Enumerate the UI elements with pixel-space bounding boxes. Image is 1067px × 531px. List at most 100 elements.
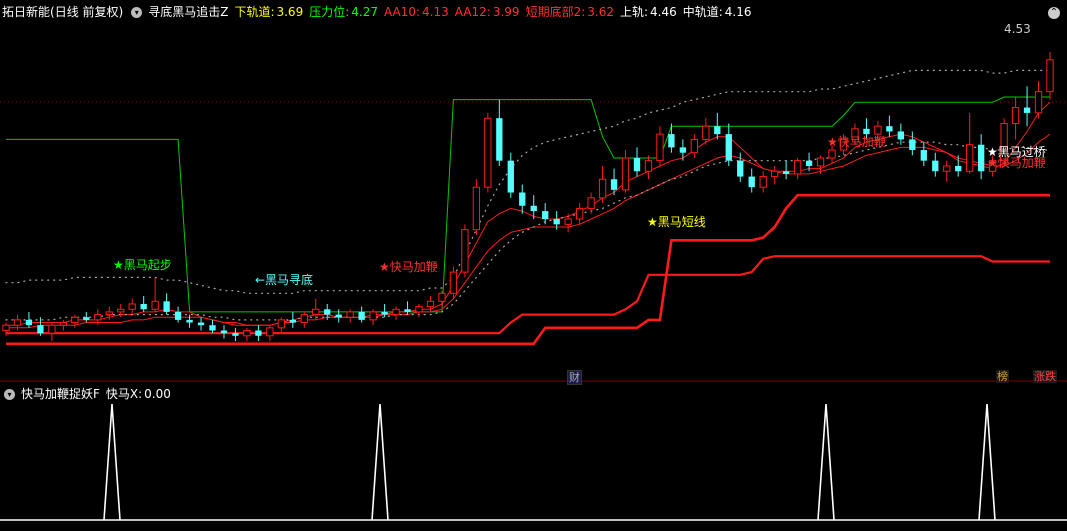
- candle-body-8: [94, 314, 102, 321]
- candle-body-40: [461, 229, 469, 273]
- candle-body-49: [564, 218, 572, 225]
- candle-body-24: [277, 319, 285, 329]
- series-line-1: [6, 96, 1050, 313]
- candle-body-17: [197, 322, 205, 326]
- candle-body-75: [863, 128, 870, 135]
- spike-3: [978, 403, 996, 521]
- candle-body-28: [324, 309, 331, 315]
- sub-indicator-name[interactable]: 快马加鞭捉妖F: [21, 387, 100, 401]
- candle-body-19: [220, 330, 228, 334]
- candle-body-58: [668, 134, 675, 148]
- candle-body-63: [725, 134, 732, 161]
- candle-body-39: [449, 271, 458, 294]
- candle-body-57: [656, 133, 664, 162]
- mid-track-value: 4.16: [724, 5, 752, 19]
- candle-body-20: [232, 333, 239, 336]
- candle-body-38: [438, 292, 446, 302]
- candle-body-48: [553, 219, 560, 225]
- candle-body-42: [484, 117, 492, 188]
- signal-fast-horse-2: ★快马加鞭: [827, 135, 886, 149]
- signal-fast-horse-1: ★快马加鞭: [379, 260, 438, 274]
- candle-body-16: [186, 319, 193, 323]
- sub-value: 0.00: [144, 387, 171, 401]
- candle-body-51: [587, 197, 595, 209]
- candle-body-84: [966, 144, 974, 172]
- lower-track-label: 下轨道:: [234, 5, 275, 19]
- price-high-label: 4.53: [1004, 22, 1031, 36]
- candle-body-69: [793, 160, 802, 175]
- candle-body-21: [243, 330, 251, 337]
- candle-body-50: [575, 207, 584, 220]
- sub-chart-header: ▾ 快马加鞭捉妖F 快马X: 0.00: [2, 385, 177, 403]
- candle-body-7: [83, 317, 90, 320]
- indicator-name[interactable]: 寻底黑马追击Z: [148, 5, 228, 19]
- candle-body-27: [312, 308, 320, 316]
- signal-black-horse-short: ★黑马短线: [647, 215, 706, 229]
- candle-body-64: [737, 160, 744, 177]
- candle-body-80: [920, 150, 927, 161]
- candle-body-55: [633, 158, 641, 172]
- short-bottom-label: 短期底部2:: [525, 5, 586, 19]
- finance-badge[interactable]: 财: [567, 370, 582, 385]
- candle-body-77: [886, 126, 893, 132]
- candle-body-44: [507, 160, 514, 193]
- series-line-2: [6, 101, 1051, 326]
- candle-body-29: [335, 314, 342, 318]
- candle-body-22: [255, 330, 262, 336]
- candle-body-53: [610, 179, 618, 190]
- candle-body-18: [209, 325, 216, 331]
- candle-body-54: [621, 157, 630, 191]
- indicator-menu-icon[interactable]: ▾: [131, 7, 143, 18]
- upper-track-label: 上轨:: [619, 5, 649, 19]
- candle-body-14: [163, 301, 170, 312]
- signal-black-horse-start: ★黑马起步: [113, 258, 172, 272]
- sub-indicator-menu-icon[interactable]: ▾: [4, 389, 15, 400]
- spike-2: [817, 403, 835, 521]
- rank-badge[interactable]: 榜: [996, 370, 1009, 383]
- candle-body-76: [874, 125, 882, 135]
- candle-body-2: [25, 319, 33, 326]
- candle-body-59: [679, 147, 687, 153]
- candle-body-36: [415, 306, 423, 313]
- candle-body-23: [266, 327, 274, 337]
- candle-body-30: [346, 311, 354, 318]
- candle-body-45: [519, 192, 526, 206]
- pressure-label: 压力位:: [309, 5, 350, 19]
- stock-name[interactable]: 拓日新能: [2, 5, 50, 19]
- candle-body-4: [48, 324, 56, 334]
- mid-track-label: 中轨道:: [682, 5, 723, 19]
- rise-fall-badge[interactable]: 涨跌: [1033, 370, 1057, 383]
- candle-body-32: [369, 311, 377, 321]
- candle-body-56: [644, 160, 653, 172]
- pressure-value: 4.27: [351, 5, 378, 19]
- candle-body-3: [37, 325, 44, 334]
- candle-body-90: [1034, 91, 1043, 114]
- candle-body-12: [140, 303, 147, 310]
- candle-body-85: [978, 144, 985, 172]
- candle-body-35: [404, 309, 411, 312]
- main-chart-header: 拓日新能(日线 前复权) ▾ 寻底黑马追击Z 下轨道: 3.69 压力位: 4.27 AA10…: [2, 3, 758, 21]
- candle-body-11: [128, 303, 136, 310]
- signal-fast-horse-3: ★快马加鞭: [987, 156, 1046, 170]
- candle-body-13: [151, 300, 159, 310]
- candle-body-52: [598, 178, 607, 199]
- candle-body-62: [714, 126, 721, 135]
- collapse-chart-icon[interactable]: ⌃: [1048, 7, 1060, 19]
- chart-period[interactable]: (日线 前复权): [50, 5, 123, 19]
- aa10-label: AA10:: [383, 5, 421, 19]
- short-bottom-value: 3.62: [587, 5, 614, 19]
- aa12-value: 3.99: [492, 5, 520, 19]
- candle-body-67: [771, 170, 779, 178]
- candle-body-34: [392, 308, 400, 316]
- signal-black-horse-seek: ←黑马寻底: [255, 273, 314, 287]
- candle-body-65: [748, 176, 755, 188]
- candle-body-25: [289, 319, 296, 323]
- candle-body-43: [496, 118, 503, 161]
- sub-value-label: 快马X:: [105, 387, 143, 401]
- candle-body-89: [1023, 107, 1031, 113]
- candle-body-66: [759, 176, 767, 188]
- candle-body-61: [702, 125, 710, 140]
- upper-track-value: 4.46: [650, 5, 677, 19]
- candle-body-46: [530, 205, 537, 212]
- candle-body-78: [897, 131, 905, 140]
